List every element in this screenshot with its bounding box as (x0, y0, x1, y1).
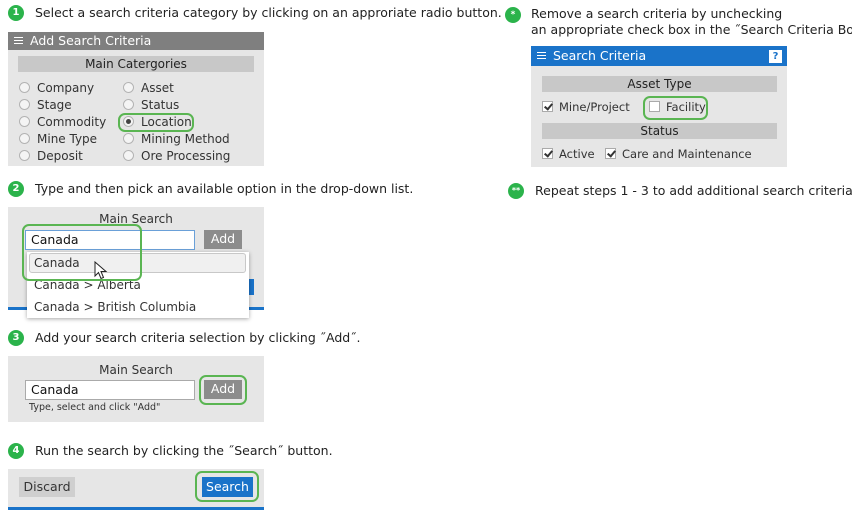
checkbox-active[interactable]: Active (542, 146, 595, 162)
radio-button[interactable] (123, 133, 134, 144)
search-criteria-header: Search Criteria (531, 46, 787, 66)
checkbox-care-and-maintenance[interactable]: Care and Maintenance (605, 146, 752, 162)
location-highlight (118, 113, 194, 132)
radio-button[interactable] (19, 116, 30, 127)
radio-company[interactable]: Company (19, 80, 94, 97)
search-button-highlight (195, 471, 259, 502)
step-remove-instruction-line2: an appropriate check box in the ˝Search … (531, 22, 852, 37)
step-remove-instruction-line1: Remove a search criteria by unchecking (531, 6, 783, 21)
radio-button[interactable] (123, 150, 134, 161)
step-2-instruction: Type and then pick an available option i… (35, 181, 414, 196)
search-hint-text: Type, select and click "Add" (29, 402, 161, 413)
step-repeat-instruction: Repeat steps 1 - 3 to add additional sea… (535, 183, 852, 198)
radio-status[interactable]: Status (123, 97, 179, 114)
search-criteria-title: Search Criteria (553, 48, 647, 63)
step-4-instruction: Run the search by clicking the ˝Search˝ … (35, 443, 333, 458)
search-input-3[interactable]: Canada (25, 380, 195, 400)
step-1-instruction: Select a search criteria category by cli… (35, 5, 502, 20)
add-search-criteria-title: Add Search Criteria (30, 33, 152, 48)
add-button-highlight (199, 375, 247, 405)
step-3-instruction: Add your search criteria selection by cl… (35, 330, 361, 345)
radio-commodity[interactable]: Commodity (19, 114, 106, 131)
mouse-pointer-icon (94, 261, 108, 280)
facility-highlight (643, 96, 708, 120)
radio-mine-type[interactable]: Mine Type (19, 131, 97, 148)
step-4-badge: 4 (8, 443, 24, 459)
radio-button[interactable] (19, 82, 30, 93)
checkbox-mine-project[interactable]: Mine/Project (542, 99, 630, 115)
radio-asset[interactable]: Asset (123, 80, 174, 97)
radio-stage[interactable]: Stage (19, 97, 72, 114)
step-repeat-badge: ** (508, 183, 524, 199)
menu-icon[interactable] (537, 52, 546, 59)
help-icon[interactable]: ? (769, 50, 782, 63)
step-remove-badge: * (505, 7, 521, 23)
step-3-badge: 3 (8, 330, 24, 346)
radio-button[interactable] (19, 150, 30, 161)
checkbox[interactable] (542, 101, 553, 112)
radio-button[interactable] (19, 99, 30, 110)
radio-mining-method[interactable]: Mining Method (123, 131, 230, 148)
checkbox[interactable] (605, 148, 616, 159)
input-highlight-2 (22, 224, 142, 281)
checkbox[interactable] (542, 148, 553, 159)
menu-icon[interactable] (14, 37, 23, 44)
dropdown-option-british-columbia[interactable]: Canada > British Columbia (34, 299, 196, 315)
main-categories-header: Main Catergories (18, 56, 254, 72)
add-button-2[interactable]: Add (204, 230, 242, 249)
radio-button[interactable] (123, 82, 134, 93)
discard-button[interactable]: Discard (19, 477, 75, 497)
step-2-badge: 2 (8, 181, 24, 197)
step-1-badge: 1 (8, 5, 24, 21)
status-header: Status (542, 123, 777, 139)
radio-deposit[interactable]: Deposit (19, 148, 83, 165)
panel-bottom-bar-4 (8, 507, 264, 510)
main-search-header-3: Main Search (99, 363, 173, 377)
add-search-criteria-header: Add Search Criteria (8, 32, 264, 50)
radio-button[interactable] (123, 99, 134, 110)
radio-ore-processing[interactable]: Ore Processing (123, 148, 230, 165)
radio-button[interactable] (19, 133, 30, 144)
asset-type-header: Asset Type (542, 76, 777, 92)
